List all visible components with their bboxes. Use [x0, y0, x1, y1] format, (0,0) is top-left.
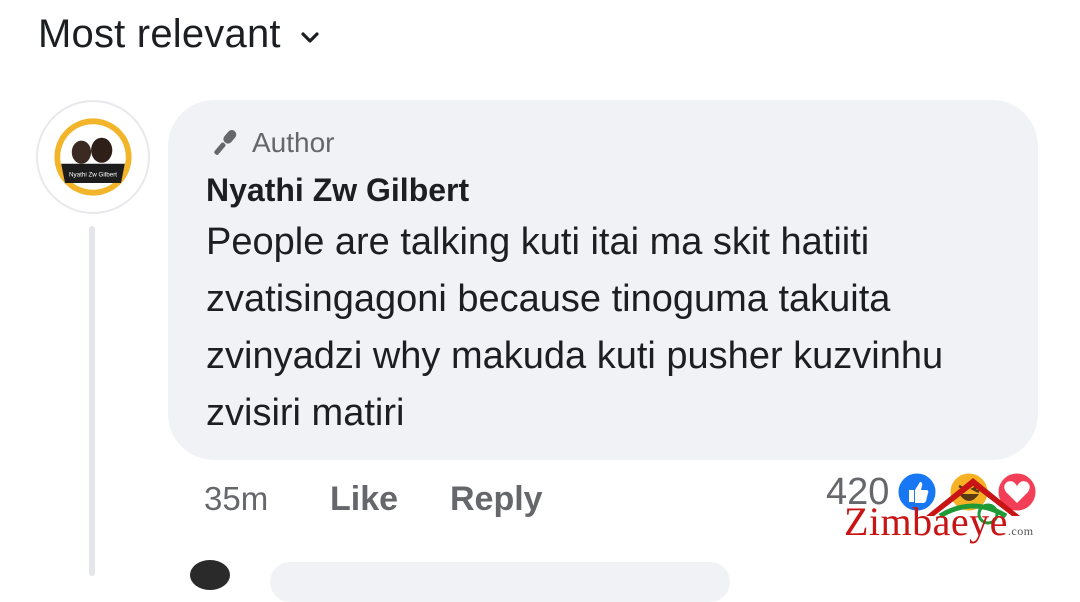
avatar-image: Nyathi Zw Gilbert — [54, 118, 132, 196]
like-button[interactable]: Like — [330, 480, 450, 519]
thread-line — [89, 226, 95, 576]
comment-actions: 35m Like Reply — [204, 474, 543, 524]
reply-button[interactable]: Reply — [450, 480, 543, 519]
avatar-text: Nyathi Zw Gilbert — [69, 171, 117, 178]
badge-label: Author — [252, 127, 335, 158]
comment-text: People are talking kuti itai ma skit hat… — [206, 221, 944, 434]
author-badge: Author — [206, 126, 1038, 160]
sort-label: Most relevant — [38, 12, 281, 56]
next-comment-bubble — [270, 562, 730, 602]
timestamp[interactable]: 35m — [204, 480, 330, 518]
watermark-text: Zimbaeye — [844, 499, 1008, 544]
next-comment-avatar[interactable] — [190, 560, 230, 590]
microphone-icon — [214, 130, 237, 155]
author-name[interactable]: Nyathi Zw Gilbert — [206, 170, 1038, 210]
watermark-logo: Zimbaeye.com — [838, 470, 1038, 550]
comment-bubble: Author Nyathi Zw Gilbert People are talk… — [168, 100, 1038, 460]
avatar[interactable]: Nyathi Zw Gilbert — [36, 100, 150, 214]
chevron-down-icon — [301, 31, 319, 43]
sort-dropdown[interactable]: Most relevant — [38, 12, 321, 57]
watermark-suffix: .com — [1007, 524, 1034, 538]
